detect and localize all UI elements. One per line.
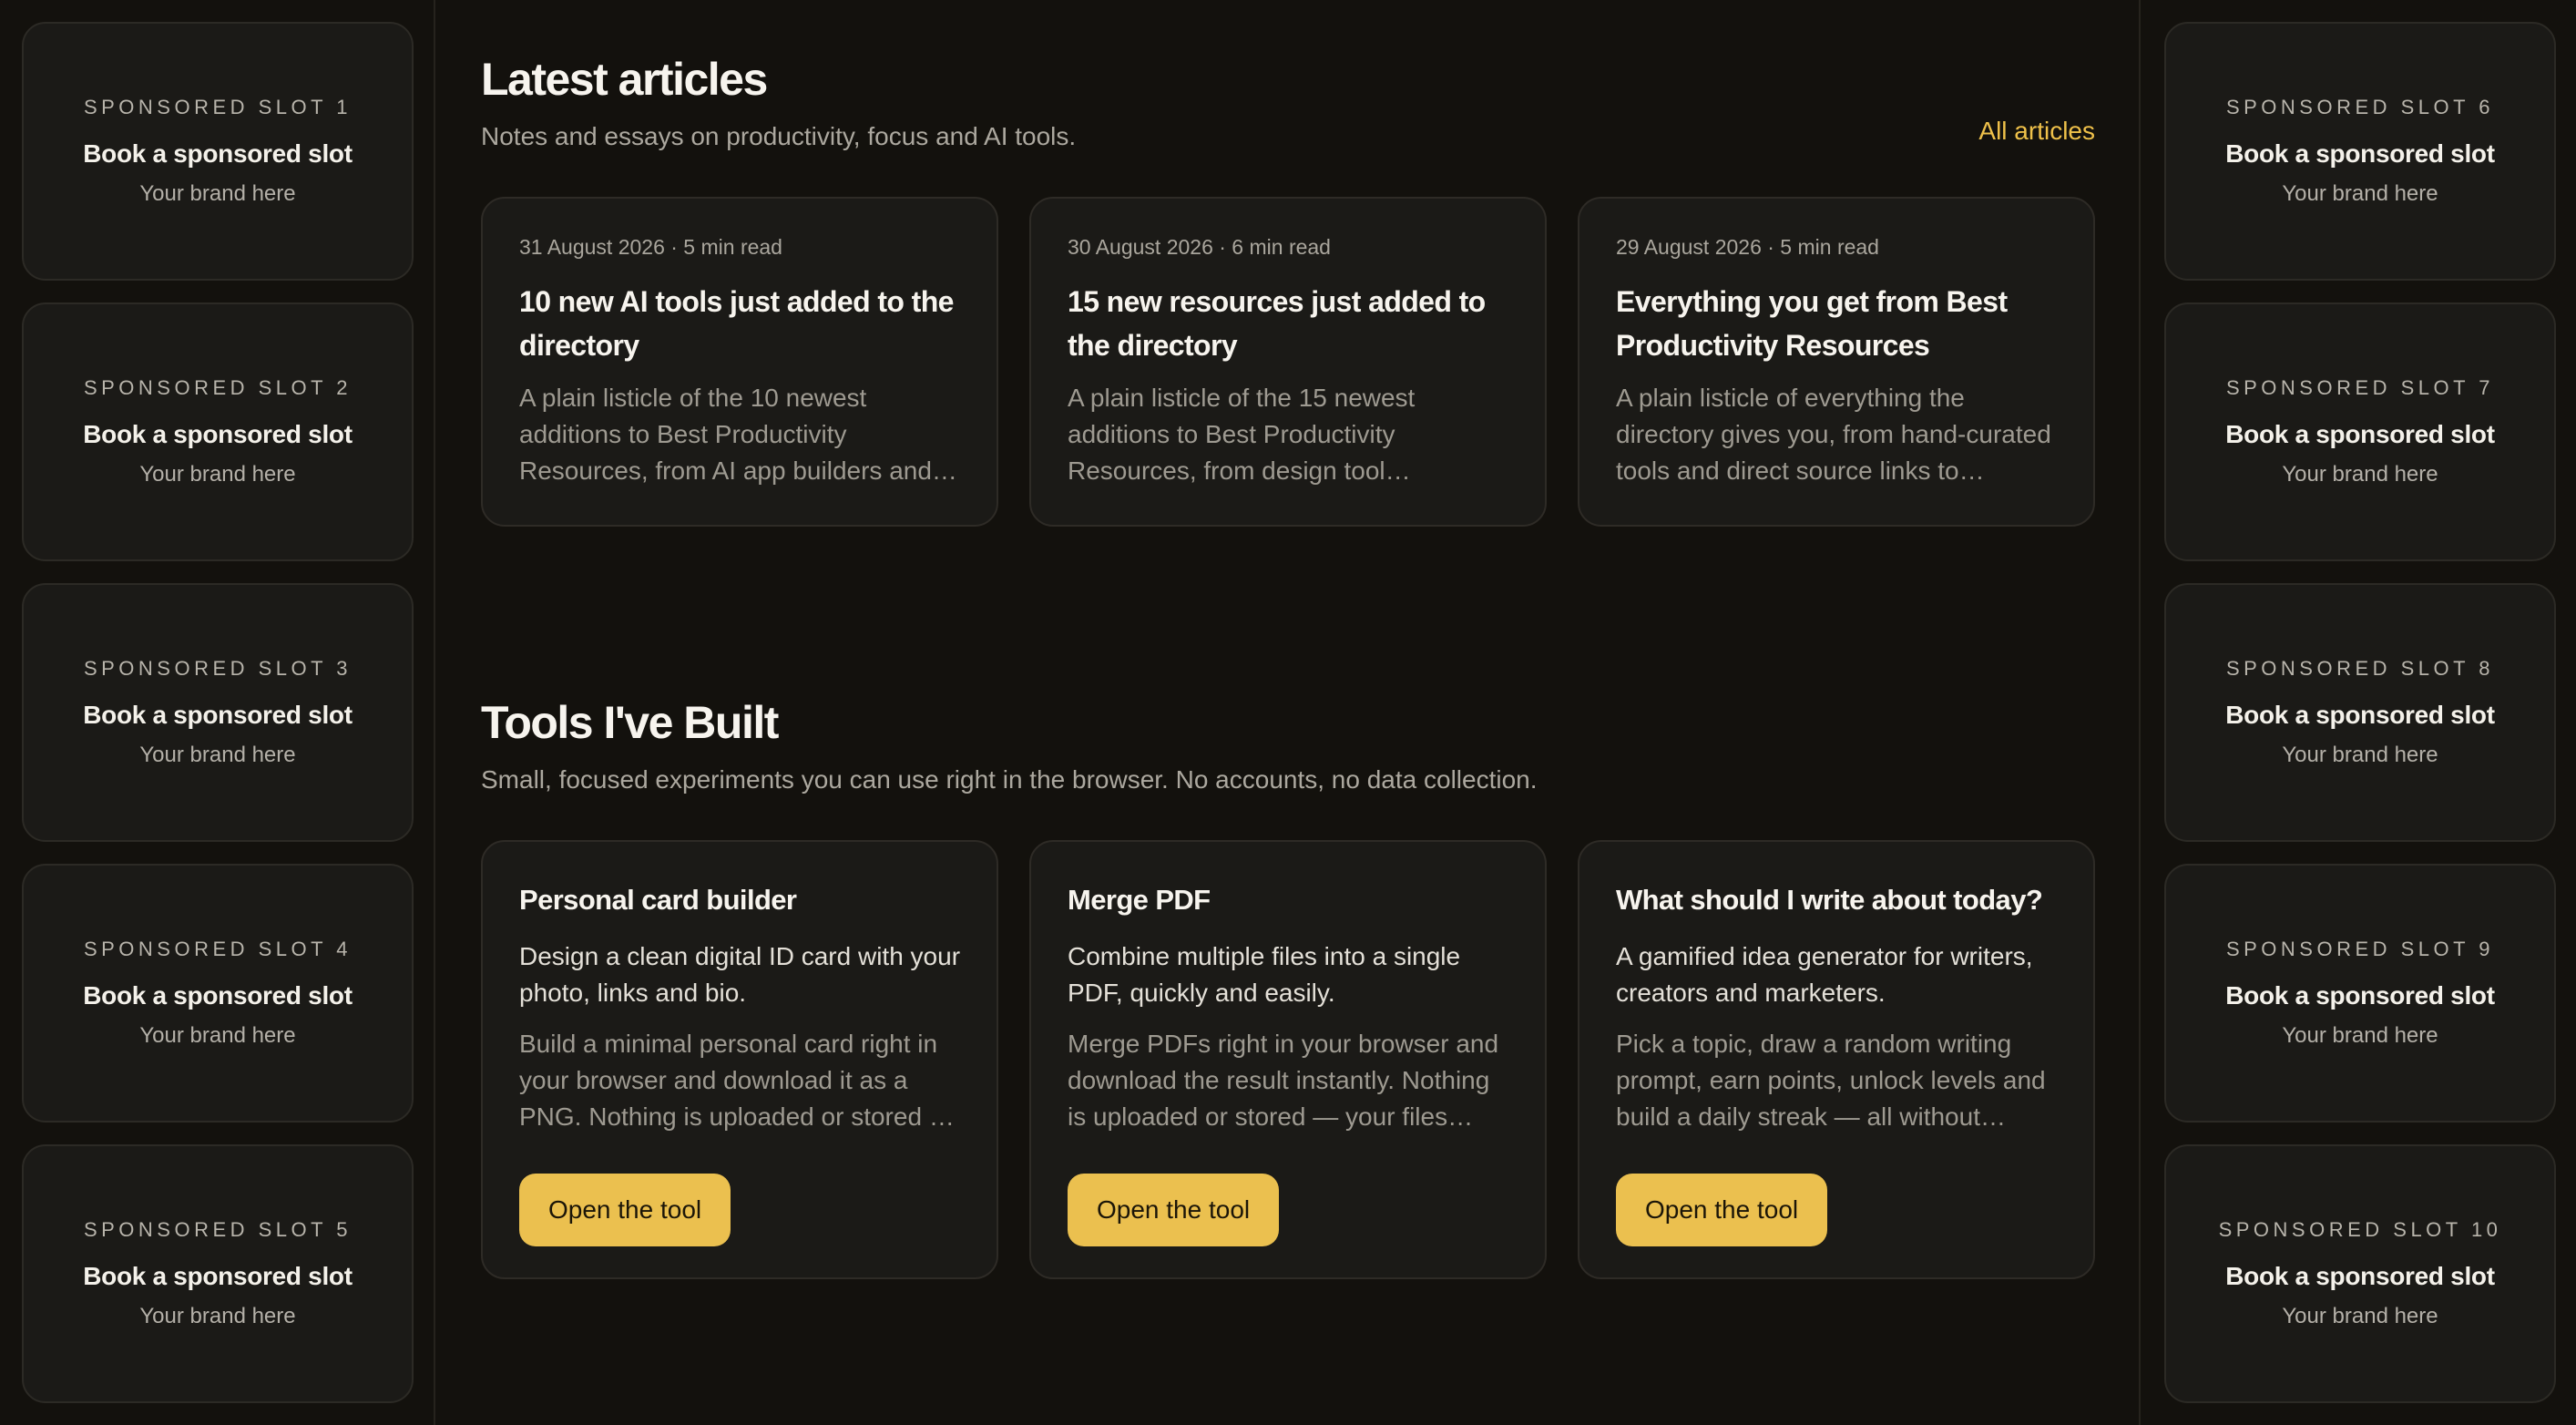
slot-title: Book a sponsored slot xyxy=(2225,139,2495,168)
sponsored-slot[interactable]: SPONSORED SLOT 8 Book a sponsored slot Y… xyxy=(2164,583,2556,842)
section-title: Latest articles xyxy=(481,54,768,105)
article-card[interactable]: 30 August 2026 · 6 min read 15 new resou… xyxy=(1029,197,1547,527)
slot-label: SPONSORED SLOT 7 xyxy=(2225,376,2495,399)
article-title[interactable]: 10 new AI tools just added to the direct… xyxy=(519,280,960,367)
tool-card: Merge PDF Combine multiple files into a … xyxy=(1029,840,1547,1279)
slot-title: Book a sponsored slot xyxy=(2225,701,2495,729)
articles-header: Latest articles Notes and essays on prod… xyxy=(481,0,2095,151)
slot-label: SPONSORED SLOT 4 xyxy=(83,938,353,960)
slot-subtitle: Your brand here xyxy=(2282,743,2438,767)
slot-title: Book a sponsored slot xyxy=(83,420,353,448)
tool-description: Build a minimal personal card right in y… xyxy=(519,1030,955,1131)
sponsored-rail-left: SPONSORED SLOT 1 Book a sponsored slot Y… xyxy=(0,0,435,1425)
open-tool-button[interactable]: Open the tool xyxy=(1068,1174,1280,1246)
tools-header: Tools I've Built Small, focused experime… xyxy=(481,696,2095,795)
slot-label: SPONSORED SLOT 10 xyxy=(2218,1218,2502,1241)
open-tool-button[interactable]: Open the tool xyxy=(519,1174,731,1246)
sponsored-slot[interactable]: SPONSORED SLOT 9 Book a sponsored slot Y… xyxy=(2164,864,2556,1123)
slot-title: Book a sponsored slot xyxy=(83,701,353,729)
sponsored-slot[interactable]: SPONSORED SLOT 1 Book a sponsored slot Y… xyxy=(22,22,414,281)
sponsored-slot[interactable]: SPONSORED SLOT 4 Book a sponsored slot Y… xyxy=(22,864,414,1123)
tool-tagline: A gamified idea generator for writers, c… xyxy=(1616,942,2033,1007)
slot-subtitle: Your brand here xyxy=(2282,462,2438,487)
slot-subtitle: Your brand here xyxy=(139,462,296,487)
slot-subtitle: Your brand here xyxy=(139,1304,296,1328)
article-title[interactable]: 15 new resources just added to the direc… xyxy=(1068,280,1508,367)
tool-title: Personal card builder xyxy=(519,884,797,916)
tool-tagline: Combine multiple files into a single PDF… xyxy=(1068,942,1461,1007)
tool-title: What should I write about today? xyxy=(1616,884,2043,916)
slot-subtitle: Your brand here xyxy=(2282,1023,2438,1048)
articles-section: Latest articles Notes and essays on prod… xyxy=(481,0,2095,527)
all-articles-link[interactable]: All articles xyxy=(1978,117,2095,146)
open-tool-button[interactable]: Open the tool xyxy=(1616,1174,1828,1246)
section-title: Tools I've Built xyxy=(481,697,779,748)
slot-title: Book a sponsored slot xyxy=(2225,1262,2495,1290)
article-card[interactable]: 29 August 2026 · 5 min read Everything y… xyxy=(1578,197,2095,527)
article-meta: 31 August 2026 · 5 min read xyxy=(519,235,782,259)
slot-subtitle: Your brand here xyxy=(139,181,296,206)
sponsored-rail-right: SPONSORED SLOT 6 Book a sponsored slot Y… xyxy=(2139,0,2576,1425)
tools-grid: Personal card builder Design a clean dig… xyxy=(481,840,2095,1279)
article-meta: 30 August 2026 · 6 min read xyxy=(1068,235,1331,259)
tool-card: What should I write about today? A gamif… xyxy=(1578,840,2095,1279)
slot-title: Book a sponsored slot xyxy=(83,1262,353,1290)
tools-section: Tools I've Built Small, focused experime… xyxy=(481,696,2095,1279)
slot-title: Book a sponsored slot xyxy=(83,139,353,168)
sponsored-slot[interactable]: SPONSORED SLOT 2 Book a sponsored slot Y… xyxy=(22,302,414,561)
articles-grid: 31 August 2026 · 5 min read 10 new AI to… xyxy=(481,197,2095,527)
slot-label: SPONSORED SLOT 6 xyxy=(2225,96,2495,118)
tool-card: Personal card builder Design a clean dig… xyxy=(481,840,998,1279)
tool-tagline: Design a clean digital ID card with your… xyxy=(519,942,961,1007)
section-subtitle: Notes and essays on productivity, focus … xyxy=(481,122,1077,150)
article-meta: 29 August 2026 · 5 min read xyxy=(1616,235,1879,259)
slot-label: SPONSORED SLOT 8 xyxy=(2225,657,2495,680)
slot-subtitle: Your brand here xyxy=(139,1023,296,1048)
slot-label: SPONSORED SLOT 1 xyxy=(83,96,353,118)
article-card[interactable]: 31 August 2026 · 5 min read 10 new AI to… xyxy=(481,197,998,527)
article-title[interactable]: Everything you get from Best Productivit… xyxy=(1616,280,2057,367)
section-subtitle: Small, focused experiments you can use r… xyxy=(481,765,1538,794)
slot-label: SPONSORED SLOT 3 xyxy=(83,657,353,680)
article-excerpt: A plain listicle of the 10 newest additi… xyxy=(519,384,932,485)
article-excerpt: A plain listicle of everything the direc… xyxy=(1616,384,2051,485)
tool-description: Pick a topic, draw a random writing prom… xyxy=(1616,1030,2046,1131)
slot-label: SPONSORED SLOT 9 xyxy=(2225,938,2495,960)
slot-subtitle: Your brand here xyxy=(139,743,296,767)
slot-label: SPONSORED SLOT 2 xyxy=(83,376,353,399)
slot-title: Book a sponsored slot xyxy=(2225,981,2495,1010)
main-content: Latest articles Notes and essays on prod… xyxy=(481,0,2095,1279)
page: SPONSORED SLOT 1 Book a sponsored slot Y… xyxy=(0,0,2576,1425)
sponsored-slot[interactable]: SPONSORED SLOT 6 Book a sponsored slot Y… xyxy=(2164,22,2556,281)
slot-subtitle: Your brand here xyxy=(2282,181,2438,206)
sponsored-slot[interactable]: SPONSORED SLOT 7 Book a sponsored slot Y… xyxy=(2164,302,2556,561)
article-excerpt: A plain listicle of the 15 newest additi… xyxy=(1068,384,1416,485)
tool-description: Merge PDFs right in your browser and dow… xyxy=(1068,1030,1499,1131)
tool-title: Merge PDF xyxy=(1068,884,1211,916)
sponsored-slot[interactable]: SPONSORED SLOT 10 Book a sponsored slot … xyxy=(2164,1144,2556,1403)
slot-subtitle: Your brand here xyxy=(2282,1304,2438,1328)
slot-title: Book a sponsored slot xyxy=(83,981,353,1010)
sponsored-slot[interactable]: SPONSORED SLOT 3 Book a sponsored slot Y… xyxy=(22,583,414,842)
sponsored-slot[interactable]: SPONSORED SLOT 5 Book a sponsored slot Y… xyxy=(22,1144,414,1403)
slot-title: Book a sponsored slot xyxy=(2225,420,2495,448)
slot-label: SPONSORED SLOT 5 xyxy=(83,1218,353,1241)
